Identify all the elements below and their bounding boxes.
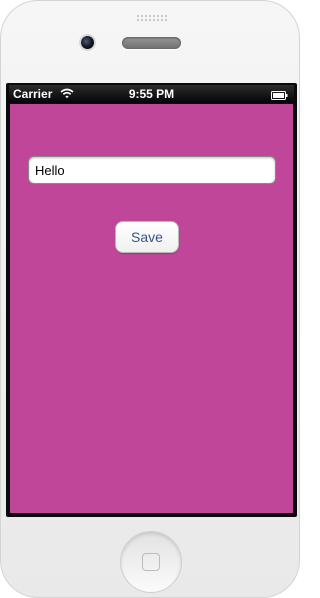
earpiece-speaker (122, 37, 181, 49)
app-main-view: Save (10, 104, 293, 513)
home-button-icon (142, 553, 160, 571)
status-time: 9:55 PM (128, 87, 175, 101)
top-speaker-grille (136, 14, 168, 22)
battery-icon (271, 89, 288, 100)
text-input-field[interactable] (28, 156, 276, 184)
home-button[interactable] (120, 531, 182, 593)
iphone-device-frame: Carrier 9:55 PM Save (0, 0, 300, 598)
status-bar: Carrier 9:55 PM (9, 85, 294, 103)
front-camera-icon (81, 36, 94, 49)
save-button[interactable]: Save (115, 221, 179, 253)
